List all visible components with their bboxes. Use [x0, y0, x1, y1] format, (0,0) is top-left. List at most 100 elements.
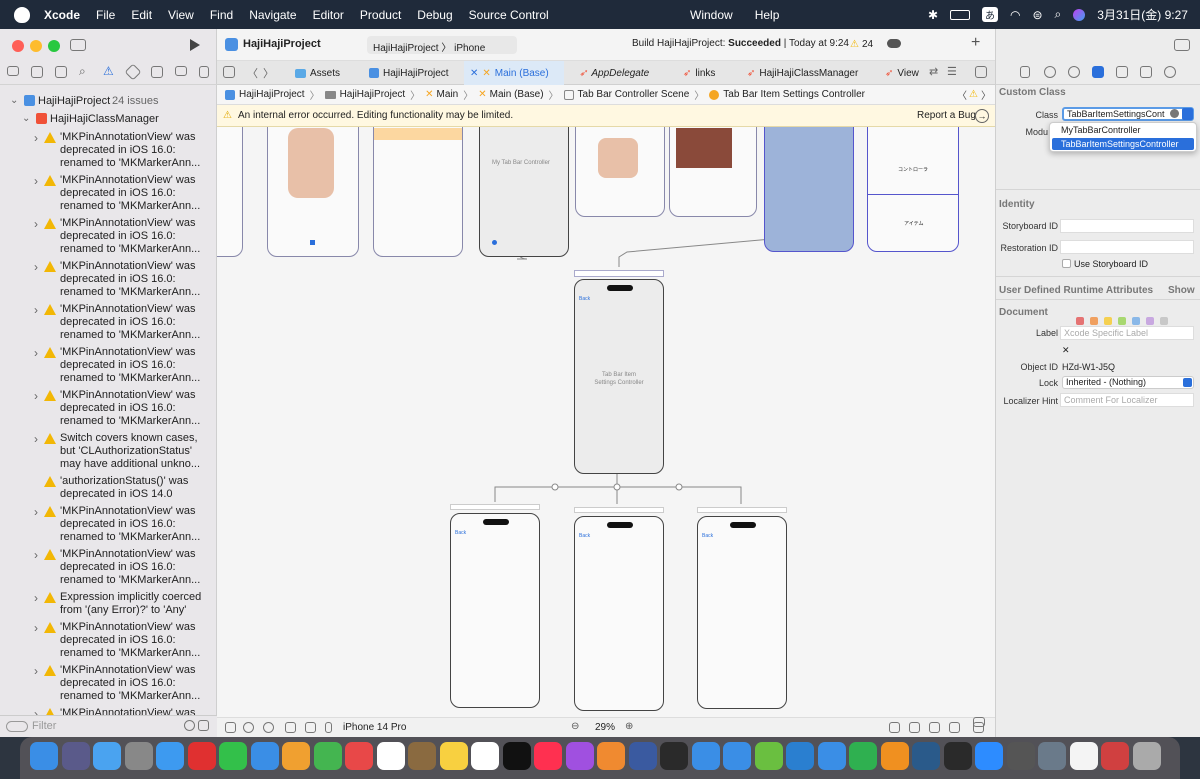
color-swatch[interactable]: [1146, 317, 1154, 325]
safari-icon[interactable]: [156, 742, 184, 770]
launchpad-icon[interactable]: [61, 742, 90, 770]
label-field[interactable]: Xcode Specific Label: [1060, 326, 1194, 340]
simulator-icon[interactable]: [912, 742, 940, 770]
scene-blue[interactable]: [764, 127, 854, 252]
issue-row[interactable]: › 'MKPinAnnotationView' was deprecated in …: [0, 389, 217, 428]
pin-icon[interactable]: [949, 722, 960, 733]
tab-main-base[interactable]: ✕ ✕ Main (Base): [464, 61, 564, 85]
menu-product[interactable]: Product: [360, 8, 401, 22]
use-storyboard-id-checkbox[interactable]: [1062, 259, 1071, 268]
color-swatch[interactable]: [1118, 317, 1126, 325]
scheme-name[interactable]: HajiHajiProject: [373, 43, 439, 54]
photos-icon[interactable]: [282, 742, 310, 770]
breakpoint-icon[interactable]: [175, 66, 187, 76]
jump-item-folder[interactable]: HajiHajiProject: [340, 89, 406, 100]
arrow-right-icon[interactable]: →: [975, 108, 989, 123]
keynote-icon[interactable]: [817, 742, 846, 770]
scene-dock[interactable]: [574, 270, 664, 277]
dropdown-option-mytabbar[interactable]: MyTabBarController: [1061, 125, 1141, 135]
wifi-icon[interactable]: ◠: [1010, 8, 1020, 22]
search-icon[interactable]: ⌕: [1055, 7, 1062, 22]
scene-dock[interactable]: [450, 504, 540, 510]
tab-links[interactable]: ➶ links: [683, 61, 733, 85]
embed-icon[interactable]: [909, 722, 920, 733]
next-issue-icon[interactable]: 〉: [981, 87, 991, 102]
orientation-icon[interactable]: [285, 722, 296, 733]
menu-source-control[interactable]: Source Control: [469, 8, 549, 22]
class-value[interactable]: TabBarItemSettingsCont: [1067, 109, 1165, 119]
issue-row[interactable]: › 'MKPinAnnotationView' was deprecated in …: [0, 548, 217, 587]
tv-icon[interactable]: [502, 742, 531, 770]
scene-figure-1[interactable]: [267, 127, 359, 257]
dictionary-icon[interactable]: [1101, 742, 1129, 770]
dropdown-option-tabbaritem[interactable]: TabBarItemSettingsController: [1052, 138, 1194, 150]
find-icon[interactable]: ⌕: [79, 64, 86, 79]
preview-icon[interactable]: [1038, 742, 1066, 770]
scene-dock[interactable]: [574, 507, 664, 513]
menu-view[interactable]: View: [168, 8, 194, 22]
add-icon[interactable]: +: [971, 34, 980, 52]
chrome-icon[interactable]: [187, 742, 216, 770]
zoom-icon[interactable]: [975, 742, 1003, 770]
trash-icon[interactable]: [1132, 742, 1161, 770]
disclosure-icon[interactable]: ›: [34, 389, 38, 403]
back-button[interactable]: Back: [579, 533, 590, 539]
menu-help[interactable]: Help: [755, 8, 780, 22]
localizer-field[interactable]: Comment For Localizer: [1060, 393, 1194, 407]
dropdown-arrow-icon[interactable]: [1182, 108, 1193, 120]
swap-icon[interactable]: ⇄: [929, 65, 938, 78]
terminal-icon[interactable]: [943, 742, 972, 770]
update-frames-icon[interactable]: [889, 722, 900, 733]
issue-row[interactable]: › Switch covers known cases, but 'CLAuthor…: [0, 432, 217, 471]
zoom-level[interactable]: 29%: [595, 722, 615, 733]
connections-inspector-icon[interactable]: [1164, 66, 1176, 78]
disclosure-icon[interactable]: ›: [34, 260, 38, 274]
color-swatch[interactable]: [1104, 317, 1112, 325]
grid-icon[interactable]: [223, 66, 235, 78]
vscode-icon[interactable]: [786, 742, 814, 770]
notes-icon[interactable]: [376, 742, 405, 770]
jump-item-main[interactable]: Main: [437, 89, 459, 100]
clear-icon[interactable]: [1170, 109, 1179, 118]
facetime-icon[interactable]: [313, 742, 342, 770]
issue-row[interactable]: › 'MKPinAnnotationView' was deprecated in …: [0, 621, 217, 660]
issue-row[interactable]: › 'MKPinAnnotationView' was deprecated in …: [0, 131, 217, 170]
appstore-dev-icon[interactable]: [691, 742, 720, 770]
menu-file[interactable]: File: [96, 8, 115, 22]
align-icon[interactable]: [929, 722, 940, 733]
tab-assets[interactable]: Assets: [295, 61, 367, 85]
size-inspector-icon[interactable]: [1140, 66, 1152, 78]
settings-icon[interactable]: [124, 742, 153, 770]
zoom-button[interactable]: [48, 40, 60, 52]
back-icon[interactable]: 〈: [247, 65, 258, 81]
scene-figure-2[interactable]: [575, 127, 665, 217]
calendar-icon[interactable]: [345, 742, 373, 770]
control-center-icon[interactable]: ⊜: [1032, 8, 1042, 22]
scheme-selector[interactable]: HajiHajiProject 〉 iPhone: [367, 36, 517, 54]
jump-item-base[interactable]: Main (Base): [490, 89, 544, 100]
terminal-like-icon[interactable]: [660, 742, 688, 770]
variation-icon[interactable]: [305, 722, 316, 733]
color-swatch[interactable]: [1132, 317, 1140, 325]
zoom-out-icon[interactable]: ⊖: [571, 721, 579, 732]
tab-appdelegate[interactable]: ➶ AppDelegate: [579, 61, 671, 85]
storyboard-canvas[interactable]: My Tab Bar Controller コントローラ アイテム Back T…: [217, 127, 995, 717]
finder-icon[interactable]: [30, 742, 58, 770]
sidebar-toggle-icon[interactable]: [70, 39, 86, 51]
library-toggle-icon[interactable]: [973, 717, 985, 727]
tab-project[interactable]: HajiHajiProject: [369, 61, 464, 85]
disclosure-icon[interactable]: ⌄: [22, 113, 30, 124]
prev-issue-icon[interactable]: 〈: [957, 87, 967, 102]
music-icon[interactable]: [534, 742, 562, 770]
zoom-in-icon[interactable]: ⊕: [625, 721, 633, 732]
back-button[interactable]: Back: [455, 530, 466, 536]
identity-inspector-icon[interactable]: [1092, 66, 1104, 78]
color-swatch[interactable]: [1076, 317, 1084, 325]
menu-debug[interactable]: Debug: [417, 8, 452, 22]
minimize-button[interactable]: [30, 40, 42, 52]
contacts-icon[interactable]: [408, 742, 436, 770]
disclosure-icon[interactable]: ›: [34, 346, 38, 360]
close-tab-icon[interactable]: ✕: [470, 68, 478, 79]
scene-tab-bar-item-settings[interactable]: Back Tab Bar Item Settings Controller: [574, 279, 664, 474]
back-button[interactable]: Back: [579, 296, 590, 302]
